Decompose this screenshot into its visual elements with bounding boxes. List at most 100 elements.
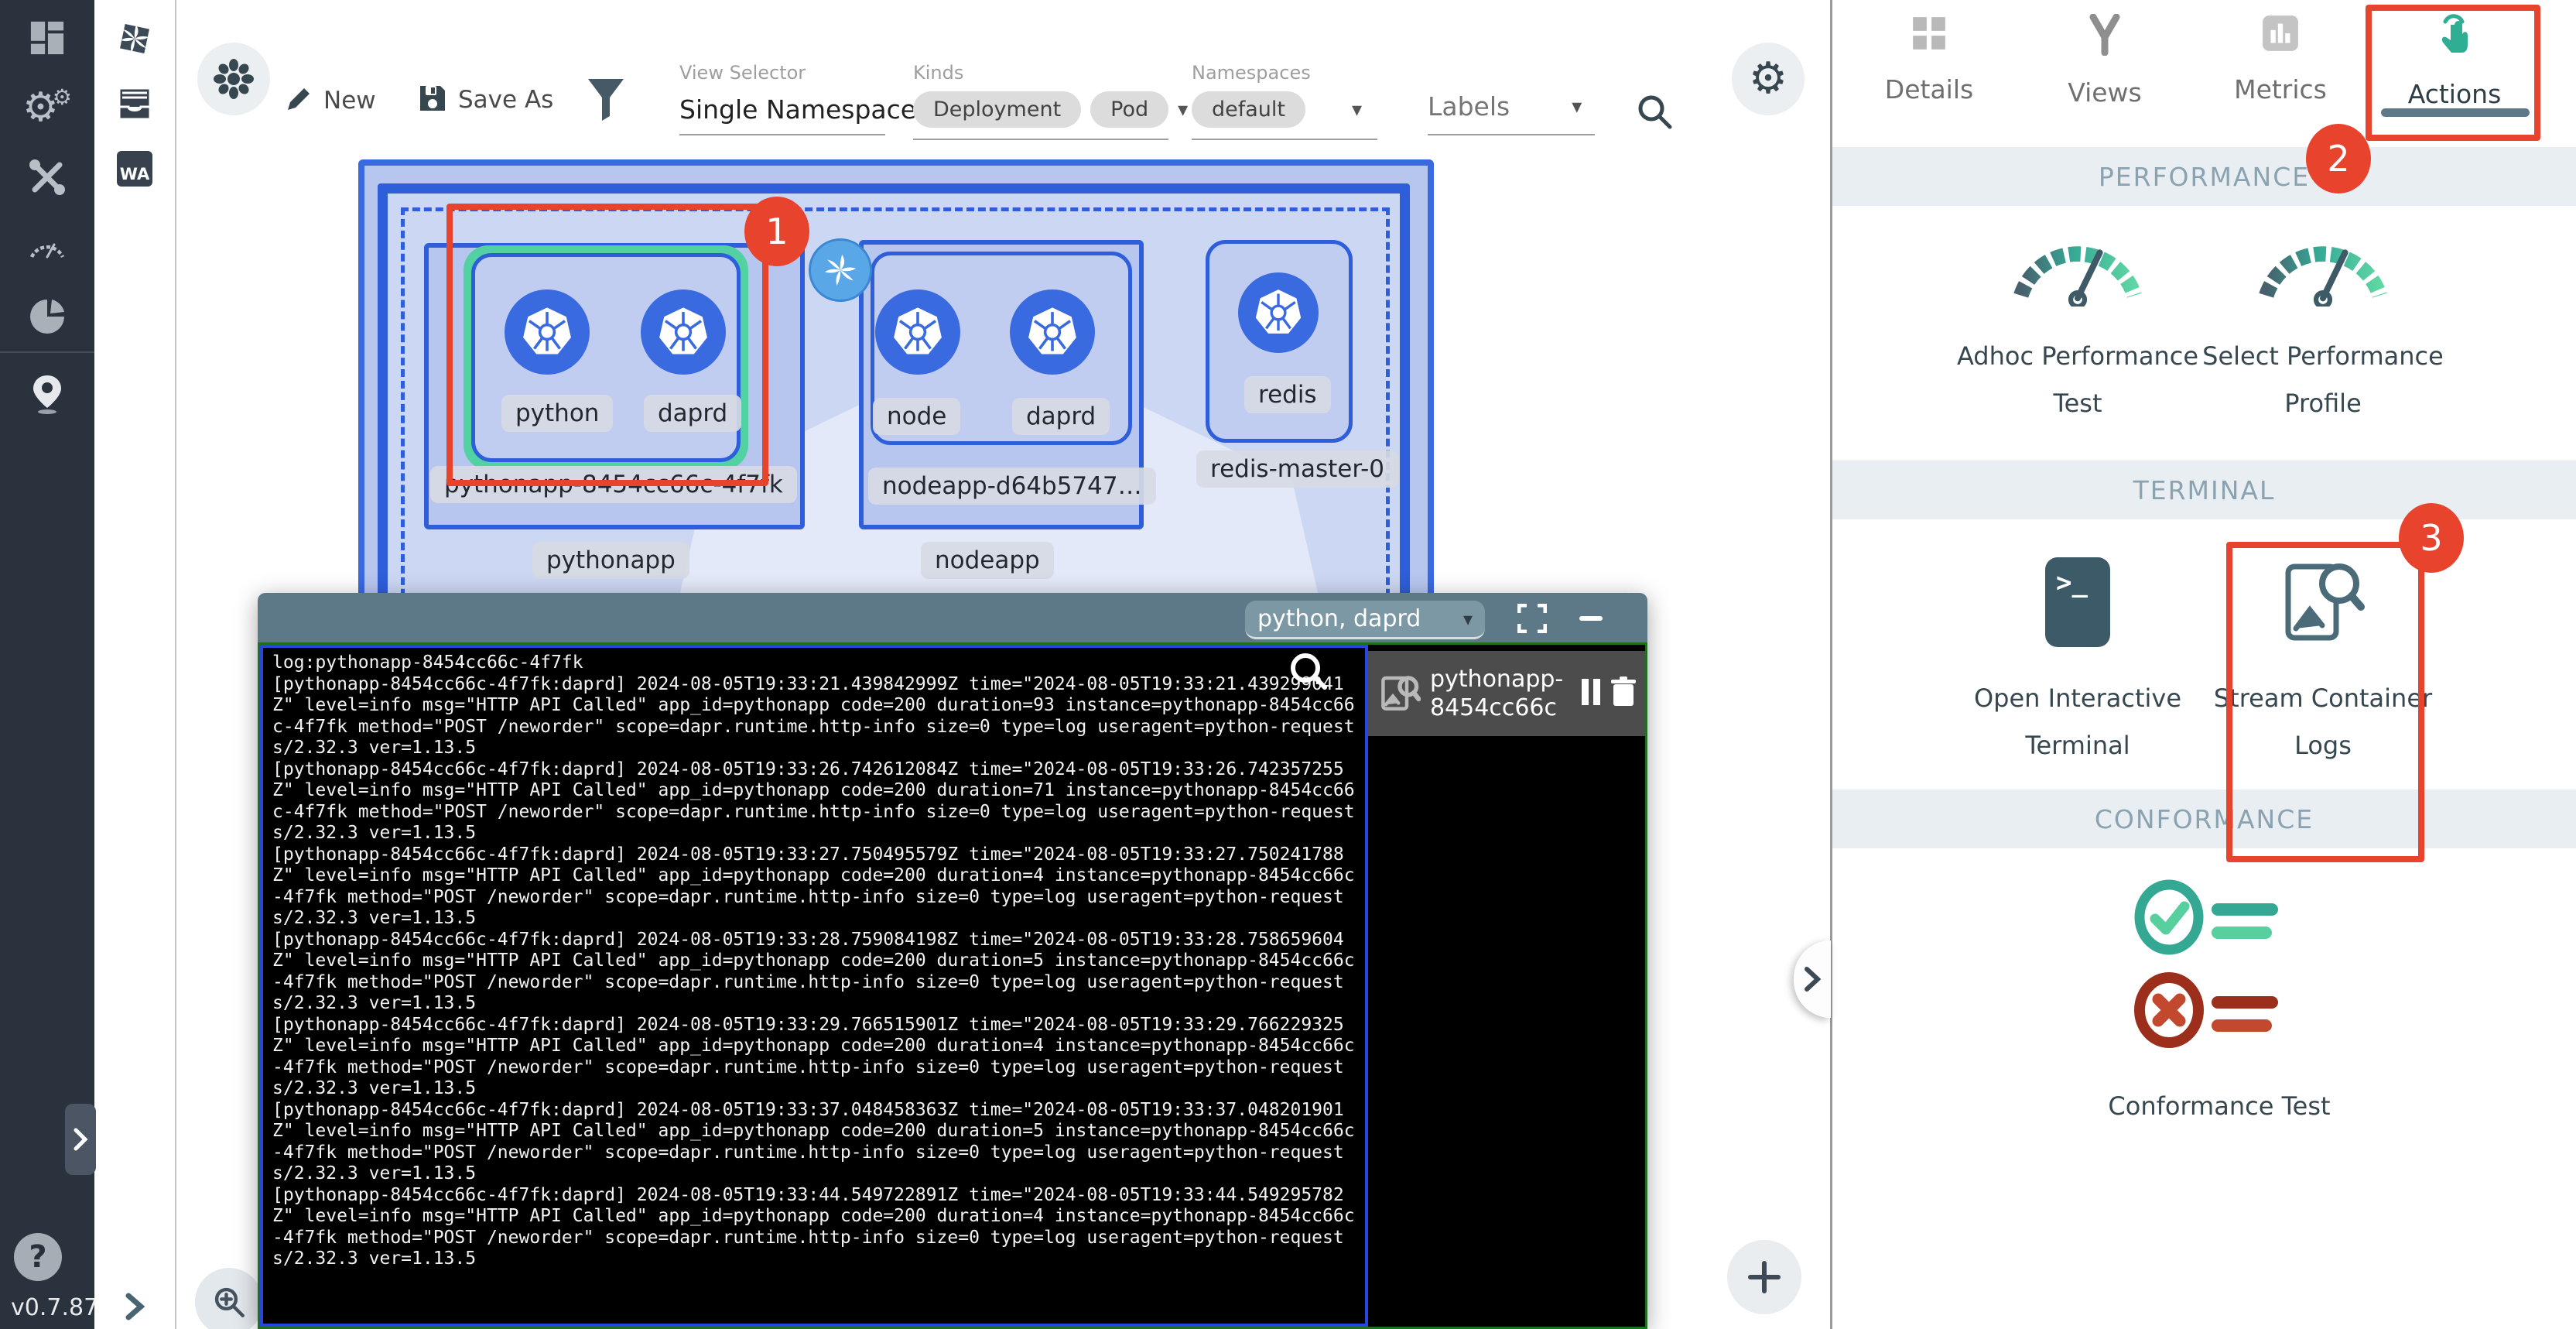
log-entry: [pythonapp-8454cc66c-4f7fk:daprd] 2024-0… bbox=[272, 930, 1356, 1015]
svg-text:>_: >_ bbox=[2056, 567, 2088, 598]
search-icon[interactable] bbox=[1634, 91, 1675, 135]
floppy-disk-icon bbox=[418, 84, 447, 116]
panel-collapse-button[interactable] bbox=[1794, 940, 1831, 1018]
action-label: Adhoc Performance Test bbox=[1954, 333, 2201, 427]
location-pin-icon[interactable] bbox=[0, 359, 94, 429]
dapr-logo-icon[interactable] bbox=[94, 6, 175, 71]
sidebar-expand-button[interactable] bbox=[65, 1104, 96, 1175]
namespace-chip-default[interactable]: default bbox=[1192, 91, 1305, 128]
namespaces-underline bbox=[1192, 139, 1377, 140]
action-label: Conformance Test bbox=[2080, 1083, 2359, 1130]
log-title: log:pythonapp-8454cc66c-4f7fk bbox=[272, 653, 1356, 674]
new-button[interactable]: New bbox=[285, 85, 376, 116]
log-entry: [pythonapp-8454cc66c-4f7fk:daprd] 2024-0… bbox=[272, 1100, 1356, 1185]
stream-item-pythonapp[interactable]: pythonapp-8454cc66c bbox=[1368, 651, 1645, 736]
view-selector-dropdown[interactable]: Single Namespace ▾ bbox=[679, 94, 940, 125]
minimize-icon[interactable] bbox=[1579, 616, 1603, 621]
stream-container-logs-button[interactable]: Stream Container Logs bbox=[2199, 556, 2447, 769]
labels-placeholder: Labels bbox=[1428, 91, 1510, 122]
chevron-down-icon: ▾ bbox=[1178, 98, 1188, 122]
container-redis[interactable] bbox=[1238, 272, 1319, 353]
container-label: daprd bbox=[644, 395, 741, 432]
view-flower-button[interactable] bbox=[197, 43, 270, 115]
select-performance-profile-button[interactable]: Select Performance Profile bbox=[2199, 229, 2447, 427]
open-interactive-terminal-button[interactable]: >_ Open Interactive Terminal bbox=[1954, 556, 2201, 769]
tab-details[interactable]: Details bbox=[1840, 14, 2018, 104]
bar-chart-icon bbox=[2261, 14, 2300, 56]
log-pane[interactable]: log:pythonapp-8454cc66c-4f7fk [pythonapp… bbox=[260, 645, 1368, 1327]
namespaces-label: Namespaces bbox=[1192, 62, 1377, 84]
chevron-down-icon: ▾ bbox=[1352, 98, 1362, 122]
save-as-button[interactable]: Save As bbox=[418, 84, 553, 116]
kinds-label: Kinds bbox=[913, 62, 1188, 84]
tab-views[interactable]: Views bbox=[2016, 14, 2194, 108]
help-button[interactable]: ? bbox=[14, 1233, 62, 1281]
mesh-chart-icon[interactable] bbox=[0, 282, 94, 351]
filter-funnel-icon[interactable] bbox=[587, 77, 625, 125]
active-tab-underline bbox=[2381, 108, 2530, 117]
pause-stream-icon[interactable] bbox=[1580, 677, 1602, 710]
section-performance: PERFORMANCE bbox=[1832, 147, 2576, 206]
terminal-icon: >_ bbox=[2044, 556, 2112, 652]
tab-actions[interactable]: Actions bbox=[2366, 14, 2544, 109]
stream-item-name: pythonapp-8454cc66c bbox=[1430, 665, 1563, 722]
add-button[interactable] bbox=[1727, 1240, 1801, 1314]
wa-label: WA bbox=[120, 165, 149, 183]
tab-label: Views bbox=[2068, 77, 2142, 108]
container-selector-dropdown[interactable]: python, daprd ▾ bbox=[1245, 601, 1485, 639]
labels-dropdown[interactable]: Labels ▾ bbox=[1428, 91, 1595, 122]
settings-gears-icon[interactable]: ⚙⚙ bbox=[0, 73, 94, 142]
tab-metrics[interactable]: Metrics bbox=[2191, 14, 2369, 104]
sidebar-divider bbox=[0, 351, 94, 353]
action-label: Open Interactive Terminal bbox=[1954, 675, 2201, 769]
pod-name-label: redis-master-0 bbox=[1196, 450, 1398, 488]
container-python[interactable] bbox=[505, 289, 590, 375]
webassembly-icon[interactable]: WA bbox=[94, 136, 175, 201]
tab-label: Metrics bbox=[2234, 74, 2327, 104]
kind-chip-pod[interactable]: Pod bbox=[1090, 91, 1168, 128]
terminal-body: log:pythonapp-8454cc66c-4f7fk [pythonapp… bbox=[258, 642, 1647, 1329]
fullscreen-icon[interactable] bbox=[1517, 604, 1547, 636]
gear-icon: ⚙ bbox=[1749, 57, 1787, 101]
kinds-group: Kinds Deployment Pod ▾ bbox=[913, 62, 1188, 140]
chevron-down-icon: ▾ bbox=[1463, 608, 1473, 630]
settings-button[interactable]: ⚙ bbox=[1732, 43, 1805, 115]
dashboard-icon[interactable] bbox=[0, 3, 94, 73]
action-label: Select Performance Profile bbox=[2199, 333, 2447, 427]
annotation-badge-2: 2 bbox=[2306, 124, 2371, 194]
performance-gauge-icon[interactable] bbox=[0, 212, 94, 282]
section-terminal: TERMINAL bbox=[1832, 461, 2576, 519]
container-daprd-node[interactable] bbox=[1010, 289, 1095, 375]
tools-icon[interactable] bbox=[0, 142, 94, 212]
conformance-test-button[interactable]: Conformance Test bbox=[2080, 879, 2359, 1130]
secondary-rail: WA bbox=[94, 0, 176, 1329]
delete-stream-icon[interactable] bbox=[1610, 676, 1637, 711]
container-node[interactable] bbox=[875, 289, 960, 375]
log-entry: [pythonapp-8454cc66c-4f7fk:daprd] 2024-0… bbox=[272, 759, 1356, 844]
pencil-icon bbox=[285, 85, 313, 116]
rail-expand-chevron[interactable] bbox=[124, 1291, 145, 1325]
magnifier-cursor-icon bbox=[1286, 649, 1331, 697]
image-search-icon bbox=[1379, 671, 1421, 716]
save-as-label: Save As bbox=[458, 86, 553, 114]
zoom-in-button[interactable] bbox=[195, 1268, 263, 1329]
kinds-dropdown[interactable]: Deployment Pod ▾ bbox=[913, 91, 1188, 128]
image-search-icon bbox=[2280, 556, 2366, 652]
inbox-icon[interactable] bbox=[94, 71, 175, 136]
section-conformance: CONFORMANCE bbox=[1832, 790, 2576, 848]
namespaces-group: Namespaces default ▾ bbox=[1192, 62, 1377, 140]
container-daprd-python[interactable] bbox=[641, 289, 726, 375]
adhoc-performance-test-button[interactable]: Adhoc Performance Test bbox=[1954, 229, 2201, 427]
terminal-header[interactable]: python, daprd ▾ bbox=[258, 593, 1647, 642]
kind-chip-deployment[interactable]: Deployment bbox=[913, 91, 1081, 128]
pod-name-label: pythonapp-8454cc66c-4f7fk bbox=[430, 466, 797, 503]
log-entry: [pythonapp-8454cc66c-4f7fk:daprd] 2024-0… bbox=[272, 674, 1356, 759]
checklist-pass-fail-icon bbox=[2130, 879, 2308, 1060]
dapr-sidecar-icon[interactable] bbox=[809, 238, 872, 302]
labels-group: Labels ▾ bbox=[1428, 91, 1595, 135]
log-entry: [pythonapp-8454cc66c-4f7fk:daprd] 2024-0… bbox=[272, 1185, 1356, 1270]
view-selector-value: Single Namespace bbox=[679, 94, 916, 125]
annotation-badge-1: 1 bbox=[744, 197, 809, 266]
namespaces-dropdown[interactable]: default ▾ bbox=[1192, 91, 1377, 128]
container-selector-value: python, daprd bbox=[1257, 605, 1421, 632]
